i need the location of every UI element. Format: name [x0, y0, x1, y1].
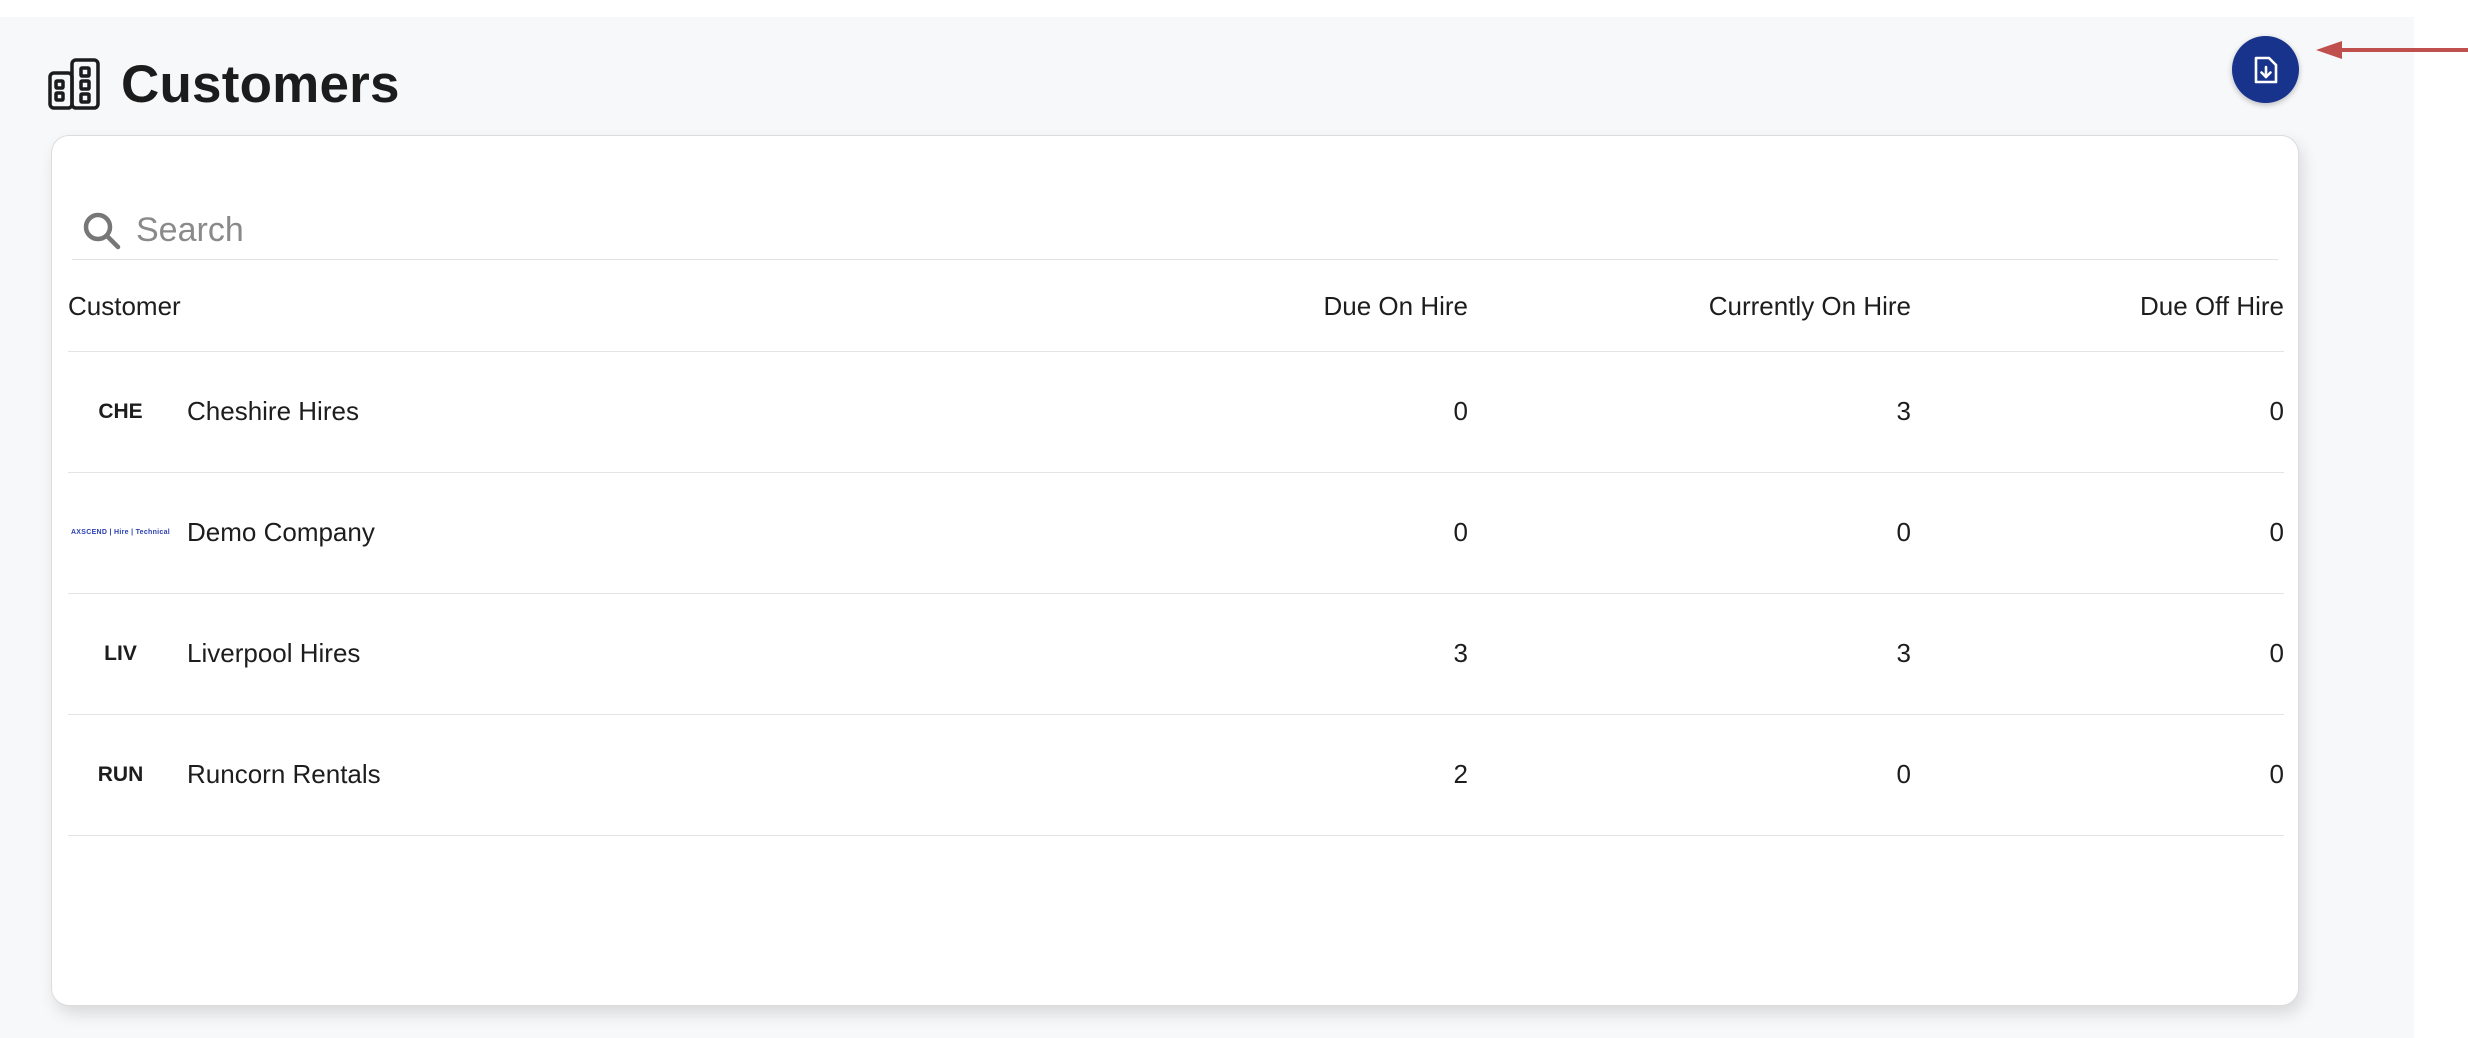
column-header-due-off-hire[interactable]: Due Off Hire: [1911, 263, 2284, 352]
due-on-hire-cell: 0: [1108, 351, 1468, 473]
table-header-row: Customer Due On Hire Currently On Hire D…: [68, 263, 2284, 352]
currently-on-hire-cell: 0: [1468, 472, 1911, 594]
customer-cell: LIV Liverpool Hires: [68, 593, 1108, 715]
due-off-hire-cell: 0: [1911, 714, 2284, 836]
customer-name[interactable]: Liverpool Hires: [187, 638, 360, 669]
customer-logo: RUN: [97, 762, 144, 786]
search-icon: [83, 212, 121, 249]
customer-cell: RUN Runcorn Rentals: [68, 714, 1108, 836]
customer-logo: AXSCEND | Hire | Technical: [70, 529, 171, 536]
column-header-customer[interactable]: Customer: [68, 263, 1108, 352]
column-header-due-on-hire[interactable]: Due On Hire: [1108, 263, 1468, 352]
buildings-icon: [47, 57, 101, 111]
due-off-hire-cell: 0: [1911, 351, 2284, 473]
arrow-left-icon: [2316, 41, 2468, 59]
customer-cell: AXSCEND | Hire | Technical Demo Company: [68, 472, 1108, 594]
customer-logo: LIV: [104, 641, 137, 665]
column-header-currently-on-hire[interactable]: Currently On Hire: [1468, 263, 1911, 352]
page-title: Customers: [121, 54, 400, 114]
search-bar: [72, 202, 2278, 260]
customer-logo: CHE: [98, 399, 143, 423]
customer-name[interactable]: Cheshire Hires: [187, 396, 359, 427]
table-row[interactable]: LIV Liverpool Hires 3 3 0: [68, 593, 2284, 715]
page-header: Customers: [47, 41, 400, 127]
table-row[interactable]: RUN Runcorn Rentals 2 0 0: [68, 714, 2284, 836]
customer-cell: CHE Cheshire Hires: [68, 351, 1108, 473]
due-on-hire-cell: 0: [1108, 472, 1468, 594]
table-row[interactable]: AXSCEND | Hire | Technical Demo Company …: [68, 472, 2284, 594]
due-on-hire-cell: 2: [1108, 714, 1468, 836]
search-input[interactable]: [136, 211, 2036, 250]
currently-on-hire-cell: 3: [1468, 351, 1911, 473]
due-on-hire-cell: 3: [1108, 593, 1468, 715]
customers-table: Customer Due On Hire Currently On Hire D…: [68, 263, 2284, 836]
due-off-hire-cell: 0: [1911, 472, 2284, 594]
currently-on-hire-cell: 0: [1468, 714, 1911, 836]
file-download-icon: [2254, 56, 2277, 83]
customer-name[interactable]: Runcorn Rentals: [187, 759, 381, 790]
app-window: Customers Customer Due On Hire Currently…: [0, 17, 2414, 1038]
customers-card: Customer Due On Hire Currently On Hire D…: [51, 135, 2299, 1006]
table-row[interactable]: CHE Cheshire Hires 0 3 0: [68, 351, 2284, 473]
download-button[interactable]: [2232, 36, 2299, 103]
currently-on-hire-cell: 3: [1468, 593, 1911, 715]
due-off-hire-cell: 0: [1911, 593, 2284, 715]
customer-name[interactable]: Demo Company: [187, 517, 375, 548]
